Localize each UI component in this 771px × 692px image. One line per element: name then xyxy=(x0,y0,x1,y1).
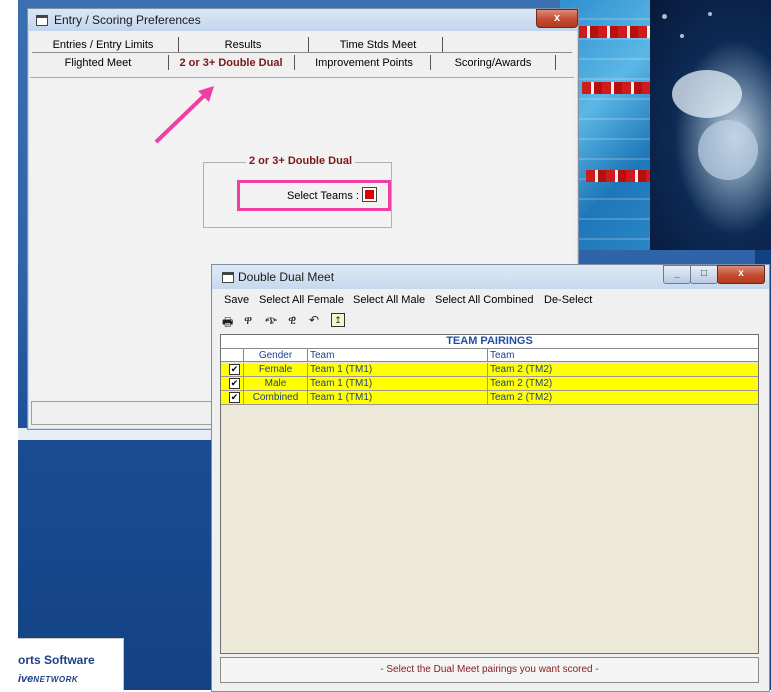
menubar: Save Select All Female Select All Male S… xyxy=(212,292,769,309)
toolbar: 🖶 ዋ ጭ ዊ ↶ ↥ xyxy=(212,311,769,331)
row-check-cell[interactable]: ✔ xyxy=(221,377,244,390)
tab-label: Flighted Meet xyxy=(64,57,132,69)
double-dual-window: Double Dual Meet _ □ x Save Select All F… xyxy=(211,264,770,692)
brand-logo: orts Software iveNETWORK xyxy=(18,638,124,691)
column-header-check xyxy=(221,349,244,362)
column-header-team[interactable]: Team xyxy=(488,349,758,362)
tab-divider xyxy=(168,55,169,70)
window-icon xyxy=(222,272,234,283)
tab-label: Results xyxy=(224,39,262,51)
gender-cell: Combined xyxy=(244,391,308,404)
team-b-cell: Team 2 (TM2) xyxy=(490,378,553,389)
column-header-team[interactable]: Team xyxy=(308,349,488,362)
menu-select-all-male[interactable]: Select All Male xyxy=(353,294,425,306)
preferences-title: Entry / Scoring Preferences xyxy=(54,13,201,27)
double-dual-titlebar[interactable]: Double Dual Meet _ □ x xyxy=(212,265,769,289)
tab-double-dual[interactable]: 2 or 3+ Double Dual xyxy=(176,55,286,71)
minimize-button[interactable]: _ xyxy=(663,265,691,284)
close-button[interactable]: x xyxy=(717,265,765,284)
gender-cell: Female xyxy=(244,363,308,376)
team-a-cell: Team 1 (TM1) xyxy=(308,363,488,376)
filter-combined-icon[interactable]: ዊ xyxy=(288,313,296,328)
close-button[interactable]: x xyxy=(536,9,578,28)
groupbox-title: 2 or 3+ Double Dual xyxy=(246,155,355,167)
gender-cell: Male xyxy=(244,377,308,390)
maximize-button[interactable]: □ xyxy=(690,265,718,284)
double-dual-title: Double Dual Meet xyxy=(238,270,335,284)
row-check-cell[interactable]: ✔ xyxy=(221,391,244,404)
grid-title: TEAM PAIRINGS xyxy=(221,335,758,349)
tab-label: Time Stds Meet xyxy=(339,39,417,51)
filter-female-icon[interactable]: ዋ xyxy=(244,313,252,328)
table-row[interactable]: ✔ Female Team 1 (TM1) Team 2 (TM2) xyxy=(221,363,758,377)
tab-scoring-awards[interactable]: Scoring/Awards xyxy=(438,55,548,71)
tab-flighted-meet[interactable]: Flighted Meet xyxy=(38,55,158,71)
brand-line-1: orts Software xyxy=(18,653,95,667)
filter-male-icon[interactable]: ጭ xyxy=(265,313,277,328)
tab-entries[interactable]: Entries / Entry Limits xyxy=(38,37,168,53)
window-icon xyxy=(36,15,48,26)
row-check-cell[interactable]: ✔ xyxy=(221,363,244,376)
annotation-arrow-icon xyxy=(154,86,214,144)
team-a-cell: Team 1 (TM1) xyxy=(308,377,488,390)
team-b-cell: Team 2 (TM2) xyxy=(490,392,553,403)
desktop-margin xyxy=(0,0,18,690)
menu-save[interactable]: Save xyxy=(224,294,249,306)
annotation-highlight-box xyxy=(237,180,391,211)
table-row[interactable]: ✔ Male Team 1 (TM1) Team 2 (TM2) xyxy=(221,377,758,391)
tab-results[interactable]: Results xyxy=(188,37,298,53)
row-checkbox[interactable]: ✔ xyxy=(229,392,240,403)
brand-line-2: iveNETWORK xyxy=(18,673,79,685)
menu-select-all-female[interactable]: Select All Female xyxy=(259,294,344,306)
preferences-titlebar[interactable]: Entry / Scoring Preferences x xyxy=(28,9,578,31)
menu-select-all-combined[interactable]: Select All Combined xyxy=(435,294,533,306)
tab-time-stds[interactable]: Time Stds Meet xyxy=(318,37,438,53)
swimmer-image xyxy=(650,0,771,250)
team-b-cell: Team 2 (TM2) xyxy=(490,364,553,375)
row-checkbox[interactable]: ✔ xyxy=(229,364,240,375)
tab-row-separator xyxy=(32,52,572,53)
tab-improvement-points[interactable]: Improvement Points xyxy=(304,55,424,71)
column-header-gender[interactable]: Gender xyxy=(244,349,308,362)
tab-label: 2 or 3+ Double Dual xyxy=(179,57,283,69)
tab-divider xyxy=(442,37,443,52)
team-pairings-grid: TEAM PAIRINGS Gender Team Team ✔ Female … xyxy=(220,334,759,654)
undo-icon[interactable]: ↶ xyxy=(309,313,319,327)
team-a-cell: Team 1 (TM1) xyxy=(308,391,488,404)
tab-divider xyxy=(555,55,556,70)
exit-icon[interactable]: ↥ xyxy=(331,313,345,327)
tab-divider xyxy=(178,37,179,52)
tab-label: Scoring/Awards xyxy=(454,57,532,69)
tab-divider xyxy=(308,37,309,52)
menu-de-select[interactable]: De-Select xyxy=(544,294,592,306)
printer-icon[interactable]: 🖶 xyxy=(222,313,233,334)
tab-label: Improvement Points xyxy=(315,57,413,69)
tab-divider xyxy=(430,55,431,70)
double-dual-statusbar: - Select the Dual Meet pairings you want… xyxy=(220,657,759,683)
tab-divider xyxy=(294,55,295,70)
tab-label: Entries / Entry Limits xyxy=(52,39,154,51)
row-checkbox[interactable]: ✔ xyxy=(229,378,240,389)
table-row[interactable]: ✔ Combined Team 1 (TM1) Team 2 (TM2) xyxy=(221,391,758,405)
